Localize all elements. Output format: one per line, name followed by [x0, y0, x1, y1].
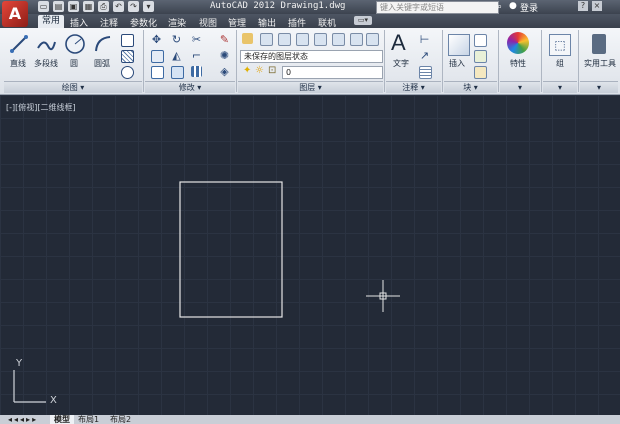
app-menu-button[interactable]: A: [2, 1, 28, 27]
ucs-icon: [13, 370, 46, 403]
crosshair-cursor: [366, 280, 400, 312]
drawn-rectangle[interactable]: [179, 181, 283, 318]
layout-nav-icons[interactable]: ◂◂◂▸▸: [8, 415, 38, 424]
tab-model[interactable]: 模型: [50, 415, 74, 424]
tab-layout2[interactable]: 布局2: [110, 415, 131, 424]
tab-layout1[interactable]: 布局1: [78, 415, 99, 424]
ucs-y-label: Y: [16, 358, 23, 369]
drawing-overlay: [13, 181, 400, 403]
ucs-x-label: X: [50, 395, 57, 406]
